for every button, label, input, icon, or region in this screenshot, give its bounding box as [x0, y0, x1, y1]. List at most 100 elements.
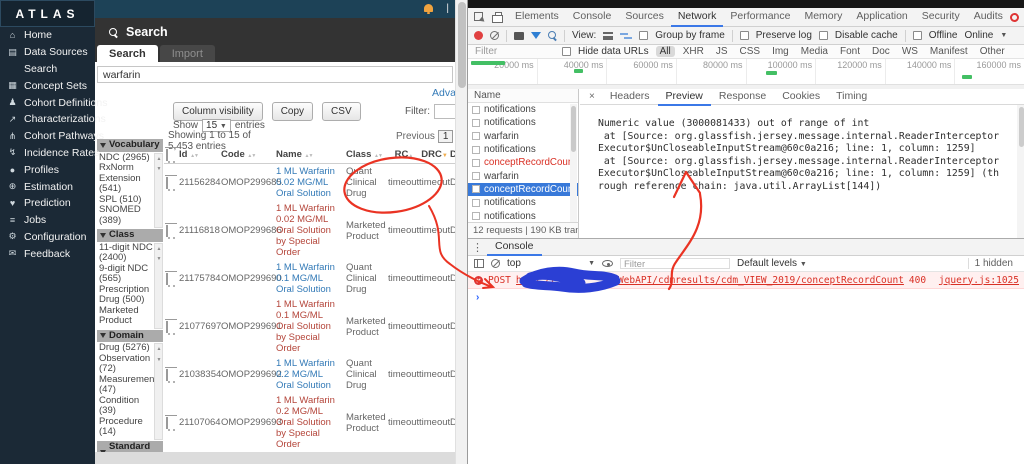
search-input[interactable] [97, 66, 453, 83]
throttling-select[interactable]: Online [964, 30, 993, 41]
request-row[interactable]: notifications [468, 209, 578, 222]
error-source-link[interactable]: jquery.js:1025 [939, 275, 1019, 286]
console-sidebar-icon[interactable] [474, 259, 484, 268]
sidebar-item[interactable]: Search [0, 61, 95, 78]
sidebar-item[interactable]: ✉ Feedback [0, 245, 95, 262]
facet-header-domain[interactable]: Domain [97, 329, 163, 342]
sidebar-item[interactable]: ↯ Incidence Rates [0, 145, 100, 162]
request-row[interactable]: warfarin [468, 130, 578, 143]
devtools-tab[interactable]: Audits [967, 7, 1010, 27]
disable-cache-checkbox[interactable] [818, 31, 828, 40]
filter-funnel-icon[interactable] [531, 32, 541, 39]
facet-header-class[interactable]: Class [97, 229, 163, 242]
scrollbar-thumb[interactable] [458, 2, 466, 88]
concept-name-link[interactable]: 1 ML Warfarin 0.2 MG/ML Oral Solution by… [276, 395, 346, 450]
detail-tab[interactable]: Cookies [774, 88, 828, 106]
concept-name-link[interactable]: 1 ML Warfarin 0.1 MG/ML Oral Solution by… [276, 299, 346, 354]
devtools-tab[interactable]: Performance [723, 7, 797, 27]
request-row[interactable]: notifications [468, 103, 578, 116]
class-column-header[interactable]: Class ▲▼ [346, 149, 388, 160]
detail-tab[interactable]: Response [711, 88, 774, 106]
add-to-cart-cell[interactable] [164, 417, 179, 429]
page-scrollbar[interactable] [455, 0, 467, 464]
table-row[interactable]: 21038354 OMOP299692 1 ML Warfarin 0.2 MG… [164, 356, 455, 393]
type-filter-chip[interactable]: CSS [736, 46, 765, 57]
clear-icon[interactable] [490, 31, 499, 40]
clear-console-icon[interactable] [491, 259, 500, 268]
page-number[interactable]: 1 [437, 130, 454, 143]
inspect-element-icon[interactable] [468, 10, 488, 24]
devtools-tab[interactable]: Memory [797, 7, 849, 27]
sidebar-item[interactable]: ↗ Characterizations [0, 111, 106, 128]
sidebar-item[interactable]: ⊕ Estimation [0, 178, 95, 195]
type-filter-chip[interactable]: Other [976, 46, 1009, 57]
type-filter-chip[interactable]: Doc [868, 46, 894, 57]
type-filter-chip[interactable]: WS [898, 46, 922, 57]
sidebar-item[interactable]: ⋔ Cohort Pathways [0, 128, 104, 145]
sidebar-item[interactable]: ▦ Concept Sets [0, 77, 95, 94]
facet-option[interactable]: 11-digit NDC (2400) [98, 242, 155, 264]
bell-icon[interactable] [424, 4, 433, 14]
add-to-cart-cell[interactable] [164, 321, 179, 333]
devtools-tab[interactable]: Elements [508, 7, 566, 27]
previous-button[interactable]: Previous [396, 131, 435, 142]
add-to-cart-cell[interactable] [164, 273, 179, 285]
network-overview[interactable]: 20000 ms 40000 ms 60000 ms 80000 ms 100000 m… [468, 59, 1024, 85]
sidebar-item[interactable]: ≡ Jobs [0, 212, 95, 229]
copy-button[interactable]: Copy [271, 102, 314, 121]
request-row[interactable]: notifications [468, 143, 578, 156]
concept-name-link[interactable]: 1 ML Warfarin 0.02 MG/ML Oral Solution [276, 166, 346, 199]
type-filter-chip[interactable]: Font [836, 46, 864, 57]
type-filter-chip[interactable]: JS [712, 46, 732, 57]
error-url-link[interactable]: http://WebAPI/cdmresults/cdm_VIEW_2019/c… [516, 275, 904, 286]
table-row[interactable]: 21107064 OMOP299693 1 ML Warfarin 0.2 MG… [164, 393, 455, 452]
offline-checkbox[interactable] [912, 31, 922, 40]
sidebar-item[interactable]: ♥ Prediction [0, 195, 95, 212]
add-to-cart-cell[interactable] [164, 369, 179, 381]
type-filter-chip[interactable]: Media [797, 46, 832, 57]
facet-option[interactable]: Marketed Product [98, 305, 155, 327]
kebab-menu-icon[interactable]: ⋮ [472, 241, 483, 254]
concept-name-link[interactable]: 1 ML Warfarin 0.1 MG/ML Oral Solution [276, 262, 346, 295]
concept-name-link[interactable]: 1 ML Warfarin 0.02 MG/ML Oral Solution b… [276, 203, 346, 258]
search-icon[interactable] [548, 31, 557, 40]
error-badge-icon[interactable] [1009, 12, 1019, 22]
devtools-tab[interactable]: Console [566, 7, 619, 27]
detail-tab[interactable]: Headers [602, 88, 658, 106]
facet-option[interactable]: Condition (39) [98, 395, 155, 417]
preserve-log-checkbox[interactable] [739, 31, 749, 40]
sidebar-item[interactable]: ⚙ Configuration [0, 229, 95, 246]
rc-column-header[interactable]: RC▲ [388, 149, 419, 160]
type-filter-chip[interactable]: All [655, 46, 675, 57]
request-row[interactable]: conceptRecordCount [468, 182, 578, 197]
table-row[interactable]: 21077697 OMOP299691 1 ML Warfarin 0.1 MG… [164, 297, 455, 356]
tab-search[interactable]: Search [97, 45, 158, 62]
facet-option[interactable]: Observation (72) [98, 353, 155, 375]
advanced-link[interactable]: Advanced [432, 87, 455, 99]
close-icon[interactable]: × [584, 91, 600, 102]
console-tab[interactable]: Console [487, 238, 542, 256]
type-filter-chip[interactable]: Manifest [926, 46, 972, 57]
type-filter-chip[interactable]: Img [768, 46, 793, 57]
console-filter-input[interactable]: Filter [620, 258, 730, 270]
sidebar-item[interactable]: ● Profiles [0, 161, 95, 178]
device-toolbar-icon[interactable] [488, 10, 508, 24]
sidebar-item[interactable]: ⌂ Home [0, 27, 95, 44]
network-filter-input[interactable]: Filter [475, 46, 555, 57]
sidebar-item[interactable]: ♟ Cohort Definitions [0, 94, 107, 111]
tab-import[interactable]: Import [159, 45, 215, 62]
request-row[interactable]: conceptRecordCount [468, 156, 578, 169]
drc-column-header[interactable]: DRC▼ [419, 149, 450, 160]
devtools-tab[interactable]: Sources [618, 7, 671, 27]
code-column-header[interactable]: Code ▲▼ [221, 149, 276, 160]
csv-button[interactable]: CSV [322, 102, 361, 121]
screenshot-capture-icon[interactable] [514, 31, 524, 40]
facet-option[interactable]: Measurement (47) [98, 374, 157, 396]
group-by-frame-checkbox[interactable] [639, 31, 649, 40]
add-to-cart-cell[interactable] [164, 177, 179, 189]
id-column-header[interactable]: Id ▲▼ [179, 149, 221, 160]
log-levels-select[interactable]: Default levels ▼ [737, 258, 807, 269]
sidebar-item[interactable]: ▤ Data Sources [0, 44, 95, 61]
request-row[interactable]: warfarin [468, 169, 578, 182]
detail-tab[interactable]: Preview [657, 88, 711, 106]
